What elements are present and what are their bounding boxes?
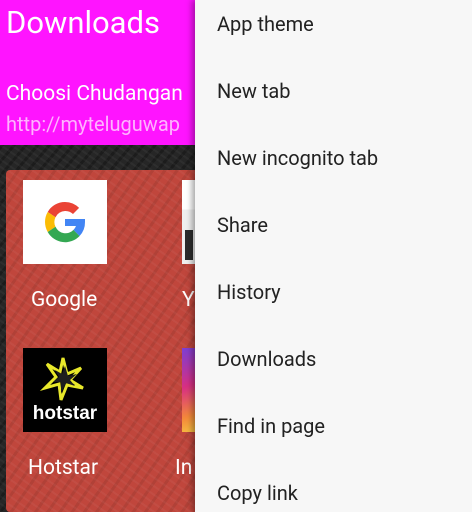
google-tile[interactable] [23, 180, 107, 264]
google-logo-icon [45, 202, 86, 243]
hotstar-logo-icon: hotstar [33, 357, 98, 424]
hotstar-tile[interactable]: hotstar [23, 348, 107, 432]
instagram-tile-label: In [175, 456, 193, 480]
google-tile-label: Google [31, 288, 98, 312]
svg-text:hotstar: hotstar [33, 403, 98, 424]
speed-dial-tile-2-label: Y [182, 288, 195, 312]
speed-dial-tile-2[interactable] [182, 180, 196, 264]
menu-item-downloads[interactable]: Downloads [195, 325, 472, 392]
menu-item-copy-link[interactable]: Copy link [195, 459, 472, 512]
menu-item-find-in-page[interactable]: Find in page [195, 392, 472, 459]
menu-item-new-tab[interactable]: New tab [195, 57, 472, 124]
instagram-tile[interactable] [182, 348, 196, 432]
page-title: Downloads [6, 4, 161, 41]
menu-item-app-theme[interactable]: App theme [195, 0, 472, 57]
hotstar-tile-label: Hotstar [28, 456, 99, 480]
download-item-name[interactable]: Choosi Chudangan [6, 82, 183, 106]
menu-item-share[interactable]: Share [195, 191, 472, 258]
download-item-url[interactable]: http://myteluguwap [6, 112, 180, 136]
overflow-menu: App theme New tab New incognito tab Shar… [195, 0, 472, 512]
menu-item-history[interactable]: History [195, 258, 472, 325]
app-screen: Downloads Choosi Chudangan http://mytelu… [0, 0, 472, 512]
menu-item-new-incognito-tab[interactable]: New incognito tab [195, 124, 472, 191]
